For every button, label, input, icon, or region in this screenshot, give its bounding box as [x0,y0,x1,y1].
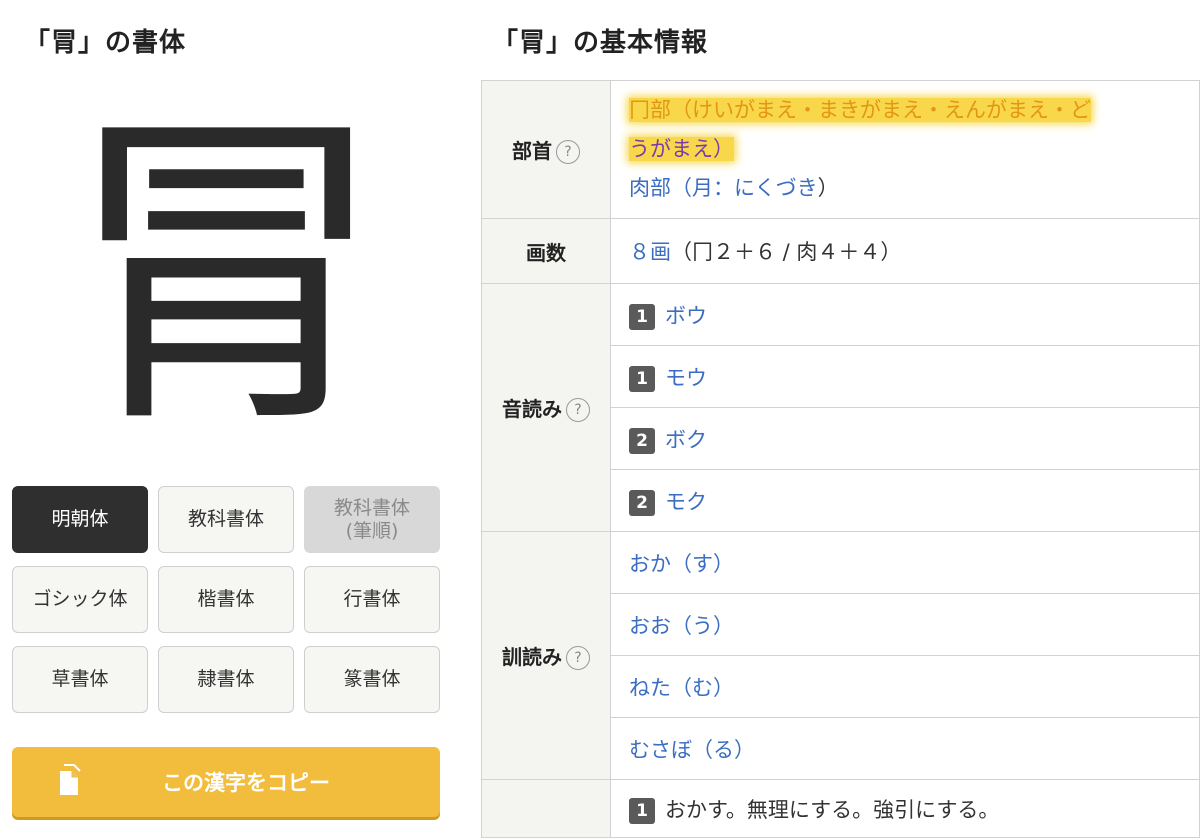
font-button-kyokasho[interactable]: 教科書体 [158,486,294,553]
meaning-row: 1 おかす。無理にする。強引にする。 [481,779,1200,838]
font-section-title: 「冐」の書体 [24,28,187,58]
level-badge: 2 [629,489,655,516]
kunyomi-header: 訓読み? [481,531,611,780]
help-icon[interactable]: ? [566,398,590,423]
onyomi-header: 音読み? [481,283,611,532]
onyomi-link[interactable]: ボク [665,428,707,452]
kunyomi-label: 訓読み [502,644,562,669]
radical-label: 部首 [512,138,552,163]
help-icon[interactable]: ? [556,140,580,165]
kanji-info-table: 部首? 冂部（けいがまえ・まきがまえ・えんがまえ・ど うがまえ） 肉部（月：にく… [481,80,1200,838]
kanji-glyph: 冐 [61,82,391,467]
font-button-tensho[interactable]: 篆書体 [304,646,440,713]
kunyomi-item: むさぼ（る） [610,717,1200,780]
font-button-sosho[interactable]: 草書体 [12,646,148,713]
onyomi-item: 1 モウ [610,345,1200,408]
radical-secondary: 肉部（月：にくづき） [629,169,1199,208]
font-button-mincho[interactable]: 明朝体 [12,486,148,553]
onyomi-item: 2 モク [610,469,1200,532]
strokes-row: 画数 ８画（冂２＋６ / 肉４＋４） [481,218,1200,284]
kanji-display: 冐 [12,82,440,467]
font-button-kyokasho-stroke-order: 教科書体 (筆順) [304,486,440,553]
radical-row: 部首? 冂部（けいがまえ・まきがまえ・えんがまえ・ど うがまえ） 肉部（月：にく… [481,80,1200,219]
onyomi-link[interactable]: ボウ [665,304,707,328]
strokes-header: 画数 [481,218,611,284]
onyomi-item: 1 ボウ [610,283,1200,346]
help-icon[interactable]: ? [566,646,590,671]
font-button-kaisho[interactable]: 楷書体 [158,566,294,633]
document-copy-icon [60,764,81,795]
onyomi-item: 2 ボク [610,407,1200,470]
level-badge: 1 [629,303,655,330]
radical-secondary-open: （ [671,176,692,200]
kunyomi-item: おか（す） [610,531,1200,594]
kunyomi-item: おお（う） [610,593,1200,656]
meaning-text: おかす。無理にする。強引にする。 [665,798,1000,822]
copy-kanji-button[interactable]: この漢字をコピー [12,747,440,817]
font-button-gothic[interactable]: ゴシック体 [12,566,148,633]
onyomi-link[interactable]: モウ [665,366,707,390]
radical-cell: 冂部（けいがまえ・まきがまえ・えんがまえ・ど うがまえ） 肉部（月：にくづき） [610,80,1200,219]
info-section-title: 「冐」の基本情報 [492,28,709,58]
level-badge: 1 [629,798,655,824]
font-style-grid: 明朝体 教科書体 教科書体 (筆順) ゴシック体 楷書体 行書体 草書体 隷書体… [12,486,440,713]
radical-secondary-mid[interactable]: 月：にくづき [692,176,818,200]
radical-header: 部首? [481,80,611,219]
kunyomi-link[interactable]: おか（す） [629,552,734,576]
onyomi-link[interactable]: モク [665,490,707,514]
radical-primary-line2: うがまえ） [629,137,734,161]
kunyomi-link[interactable]: ねた（む） [629,676,734,700]
font-button-reisho[interactable]: 隷書体 [158,646,294,713]
copy-kanji-label: この漢字をコピー [162,771,330,795]
meaning-cell: 1 おかす。無理にする。強引にする。 [610,779,1200,838]
level-badge: 1 [629,365,655,392]
font-button-gyosho[interactable]: 行書体 [304,566,440,633]
radical-primary[interactable]: 冂部（けいがまえ・まきがまえ・えんがまえ・ど うがまえ） [629,91,1199,169]
radical-secondary-close: ） [817,176,839,200]
strokes-cell: ８画（冂２＋６ / 肉４＋４） [610,218,1200,284]
kunyomi-link[interactable]: おお（う） [629,614,734,638]
onyomi-row: 音読み? 1 ボウ [481,283,1200,532]
kunyomi-row: 訓読み? おか（す） [481,531,1200,780]
radical-secondary-link[interactable]: 肉部 [629,176,671,200]
stroke-count-link[interactable]: ８画 [629,240,671,264]
strokes-label: 画数 [526,240,566,265]
meaning-header [481,779,611,838]
stroke-count-detail: （冂２＋６ / 肉４＋４） [671,240,902,264]
radical-primary-line1: 冂部（けいがまえ・まきがまえ・えんがまえ・ど [629,98,1091,122]
kunyomi-item: ねた（む） [610,655,1200,718]
kunyomi-link[interactable]: むさぼ（る） [629,738,755,762]
onyomi-label: 音読み [502,396,562,421]
level-badge: 2 [629,427,655,454]
